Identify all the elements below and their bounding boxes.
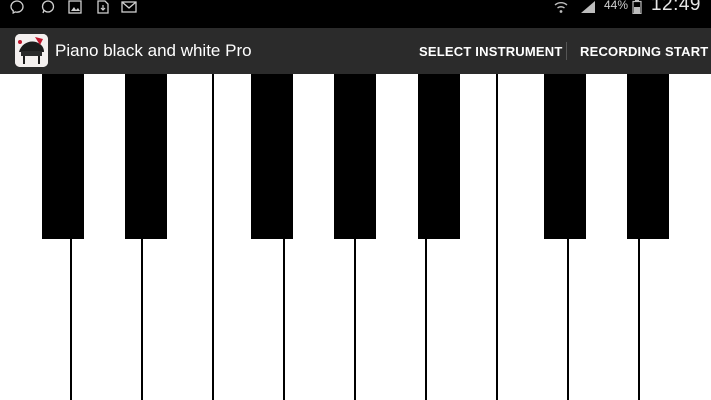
whatsapp-icon bbox=[41, 0, 55, 14]
black-key[interactable] bbox=[334, 74, 376, 239]
battery-icon bbox=[632, 0, 642, 14]
clock: 12:49 bbox=[650, 0, 701, 15]
select-instrument-button[interactable]: SELECT INSTRUMENT bbox=[419, 44, 563, 59]
action-divider bbox=[566, 42, 567, 60]
piano-keyboard bbox=[0, 74, 711, 400]
black-key[interactable] bbox=[627, 74, 669, 239]
black-key[interactable] bbox=[251, 74, 293, 239]
black-key[interactable] bbox=[418, 74, 460, 239]
signal-icon bbox=[581, 1, 595, 13]
app-action-bar: Piano black and white Pro SELECT INSTRUM… bbox=[0, 28, 711, 75]
black-key[interactable] bbox=[125, 74, 167, 239]
status-bar: 44% 12:49 bbox=[0, 0, 711, 28]
wifi-icon bbox=[554, 2, 568, 13]
black-key[interactable] bbox=[544, 74, 586, 239]
email-icon bbox=[121, 1, 137, 13]
black-key[interactable] bbox=[42, 74, 84, 239]
messenger-icon bbox=[10, 0, 24, 14]
app-logo-icon bbox=[15, 34, 48, 67]
app-title: Piano black and white Pro bbox=[55, 41, 252, 60]
gallery-icon bbox=[68, 0, 82, 14]
file-download-icon bbox=[97, 0, 109, 14]
battery-percentage: 44% bbox=[604, 0, 629, 12]
recording-start-button[interactable]: RECORDING START bbox=[580, 44, 708, 59]
